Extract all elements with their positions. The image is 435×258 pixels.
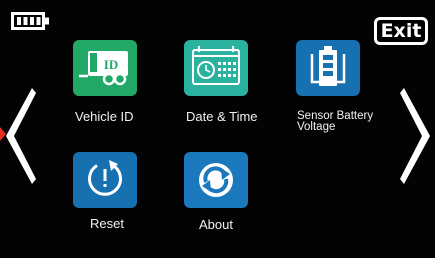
- vehicle-id-label: Vehicle ID: [75, 109, 134, 124]
- exit-button[interactable]: Exit: [374, 17, 428, 45]
- reset-button[interactable]: [73, 152, 137, 208]
- sensor-battery-icon: [310, 46, 346, 86]
- svg-text:ID: ID: [104, 57, 118, 72]
- calendar-clock-icon: [192, 46, 240, 85]
- date-time-label: Date & Time: [186, 109, 258, 124]
- tpms-menu-screen: Exit ID Vehicle ID Date & Time Sensor Ba…: [0, 0, 435, 258]
- sensor-battery-voltage-button[interactable]: [296, 40, 360, 96]
- trailer-id-icon: ID: [79, 51, 128, 86]
- chevron-left-icon[interactable]: [4, 88, 36, 184]
- about-label: About: [199, 217, 233, 232]
- reset-icon: [88, 160, 123, 196]
- about-refresh-icon: [199, 163, 233, 197]
- reset-label: Reset: [90, 216, 124, 231]
- sensor-battery-voltage-label-line2: Voltage: [297, 121, 336, 133]
- battery-full-icon: [11, 12, 49, 30]
- chevron-right-icon[interactable]: [400, 88, 432, 184]
- date-time-button[interactable]: [184, 40, 248, 96]
- about-button[interactable]: [184, 152, 248, 208]
- vehicle-id-button[interactable]: ID: [73, 40, 137, 96]
- sensor-battery-voltage-label: Sensor Battery Voltage: [297, 110, 373, 133]
